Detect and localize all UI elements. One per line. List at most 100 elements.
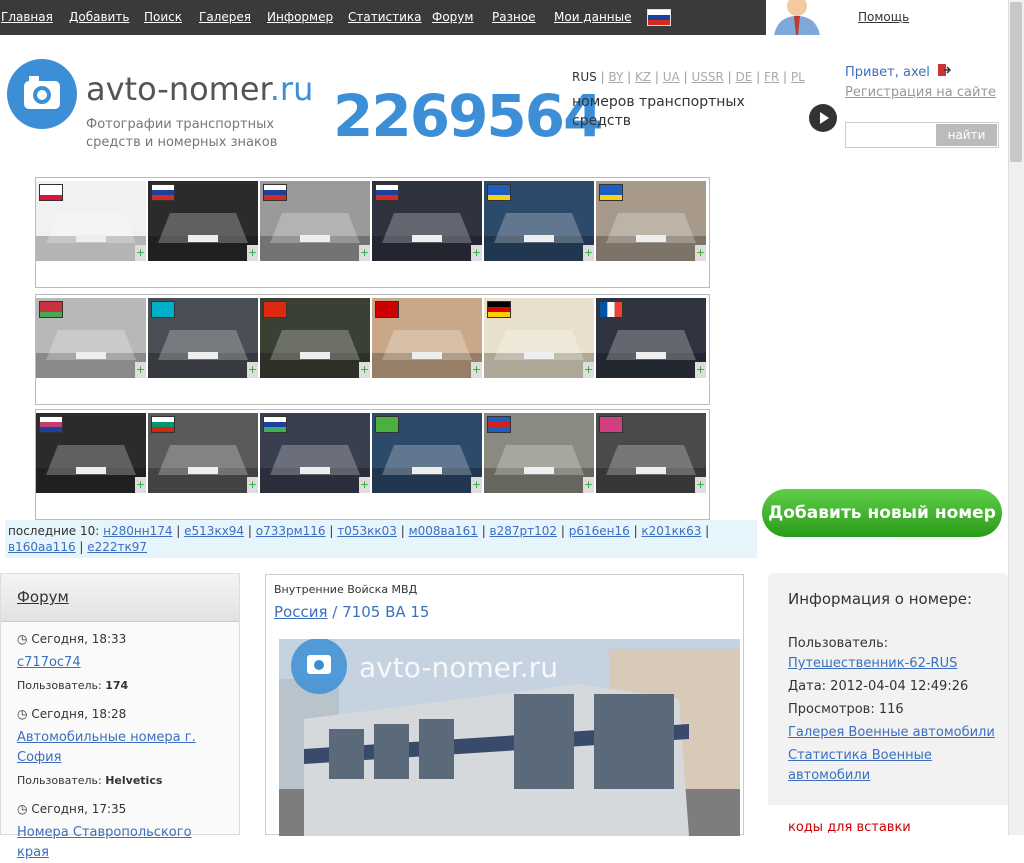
add-to-favorites-icon[interactable]: + <box>135 477 146 493</box>
user-greeting: Привет, axel <box>845 63 952 80</box>
add-to-favorites-icon[interactable]: + <box>471 245 482 261</box>
add-to-favorites-icon[interactable]: + <box>247 362 258 378</box>
lang-fr[interactable]: FR <box>764 70 779 84</box>
add-to-favorites-icon[interactable]: + <box>695 362 706 378</box>
vehicle-photo[interactable]: avto-nomer.ru <box>279 639 740 836</box>
scrollbar-thumb[interactable] <box>1010 2 1022 162</box>
forum-post-title[interactable]: с717ос74 <box>17 653 227 673</box>
search-button[interactable]: найти <box>936 124 997 146</box>
forum-title-link[interactable]: Форум <box>17 588 69 606</box>
separator: | <box>396 524 409 538</box>
gallery-thumbnail[interactable]: + <box>596 181 706 261</box>
photo-heading: Россия / 7105 ВА 15 <box>274 603 429 621</box>
plate-link[interactable]: о733рм116 <box>256 524 326 538</box>
country-flag-icon <box>151 416 175 433</box>
add-to-favorites-icon[interactable]: + <box>583 477 594 493</box>
add-to-favorites-icon[interactable]: + <box>359 245 370 261</box>
plate-link[interactable]: в287рт102 <box>490 524 558 538</box>
add-to-favorites-icon[interactable]: + <box>695 245 706 261</box>
gallery-thumbnail[interactable]: + <box>148 181 258 261</box>
gallery-thumbnail[interactable]: + <box>260 298 370 378</box>
gallery-thumbnail[interactable]: + <box>372 298 482 378</box>
gallery-thumbnail[interactable]: + <box>484 181 594 261</box>
nav-home[interactable]: Главная <box>1 10 53 24</box>
forum-post-title[interactable]: Автомобильные номера г. София <box>17 728 227 768</box>
gallery-thumbnail[interactable]: + <box>36 413 146 493</box>
nav-search[interactable]: Поиск <box>144 10 182 24</box>
logo-subtitle: Фотографии транспортных средств и номерн… <box>86 117 278 150</box>
add-plate-button[interactable]: Добавить новый номер <box>762 489 1002 537</box>
gallery-thumbnail[interactable]: + <box>36 181 146 261</box>
embed-codes-link[interactable]: коды для вставки <box>788 820 911 835</box>
play-button[interactable] <box>809 104 837 132</box>
nav-misc[interactable]: Разное <box>492 10 536 24</box>
info-views: Просмотров: 116 <box>788 702 904 717</box>
nav-my-data[interactable]: Мои данные <box>554 10 632 24</box>
forum-post-user: 174 <box>105 679 129 692</box>
add-to-favorites-icon[interactable]: + <box>471 362 482 378</box>
gallery-thumbnail[interactable]: + <box>484 413 594 493</box>
nav-informer[interactable]: Информер <box>267 10 333 24</box>
plate-link[interactable]: н280нн174 <box>103 524 172 538</box>
plate-link[interactable]: в160аа116 <box>8 540 76 554</box>
gallery-thumbnail[interactable]: + <box>372 181 482 261</box>
info-gallery-link[interactable]: Галерея Военные автомобили <box>788 723 995 743</box>
info-user-link[interactable]: Путешественник-62-RUS <box>788 654 957 674</box>
plate-link[interactable]: м008ва161 <box>409 524 478 538</box>
country-flag-icon <box>375 416 399 433</box>
gallery-thumbnail[interactable]: + <box>596 298 706 378</box>
nav-gallery[interactable]: Галерея <box>199 10 251 24</box>
plate-link[interactable]: к201кк63 <box>641 524 701 538</box>
help-link[interactable]: Помощь <box>858 10 909 24</box>
gallery-thumbnail[interactable]: + <box>148 298 258 378</box>
site-logo[interactable]: avto-nomer.ru <box>86 70 313 108</box>
add-to-favorites-icon[interactable]: + <box>583 245 594 261</box>
add-to-favorites-icon[interactable]: + <box>359 477 370 493</box>
info-stats-link[interactable]: Статистика Военные автомобили <box>788 746 988 786</box>
gallery-thumbnail[interactable]: + <box>260 181 370 261</box>
photo-country-link[interactable]: Россия <box>274 603 328 621</box>
plate-link[interactable]: т053кк03 <box>337 524 397 538</box>
add-to-favorites-icon[interactable]: + <box>695 477 706 493</box>
separator: | <box>701 524 710 538</box>
nav-statistics[interactable]: Статистика <box>348 10 422 24</box>
add-to-favorites-icon[interactable]: + <box>471 477 482 493</box>
plate-link[interactable]: р616ен16 <box>569 524 630 538</box>
country-flag-icon <box>599 301 623 318</box>
gallery-thumbnail[interactable]: + <box>596 413 706 493</box>
nav-forum[interactable]: Форум <box>432 10 473 24</box>
gallery-thumbnail[interactable]: + <box>484 298 594 378</box>
forum-post-user: Helvetics <box>105 774 163 787</box>
register-link[interactable]: Регистрация на сайте <box>845 85 996 100</box>
plate-link[interactable]: е513кх94 <box>184 524 244 538</box>
add-to-favorites-icon[interactable]: + <box>583 362 594 378</box>
country-flag-icon <box>487 184 511 201</box>
gallery-thumbnail[interactable]: + <box>148 413 258 493</box>
last-plates-label: последние 10: <box>8 524 100 538</box>
separator: | <box>477 524 490 538</box>
add-to-favorites-icon[interactable]: + <box>135 362 146 378</box>
country-flag-icon <box>375 301 399 318</box>
lang-de[interactable]: DE <box>735 70 752 84</box>
logout-icon[interactable] <box>937 63 952 77</box>
gallery-thumbnail[interactable]: + <box>260 413 370 493</box>
add-to-favorites-icon[interactable]: + <box>135 245 146 261</box>
lang-pl[interactable]: PL <box>791 70 805 84</box>
lang-by[interactable]: BY <box>608 70 623 84</box>
gallery-strip: + + + + + + <box>35 409 710 520</box>
nav-add[interactable]: Добавить <box>69 10 129 24</box>
add-to-favorites-icon[interactable]: + <box>359 362 370 378</box>
photo-watermark: avto-nomer.ru <box>359 651 558 684</box>
plate-link[interactable]: е222тк97 <box>87 540 147 554</box>
forum-post-title[interactable]: Номера Ставропольского края <box>17 823 227 863</box>
gallery-thumbnail[interactable]: + <box>372 413 482 493</box>
add-to-favorites-icon[interactable]: + <box>247 477 258 493</box>
logo-icon[interactable] <box>7 59 77 129</box>
lang-ussr[interactable]: USSR <box>691 70 723 84</box>
country-flag-icon <box>151 301 175 318</box>
language-flag-icon[interactable] <box>647 9 671 26</box>
lang-ua[interactable]: UA <box>663 70 680 84</box>
add-to-favorites-icon[interactable]: + <box>247 245 258 261</box>
lang-kz[interactable]: KZ <box>635 70 651 84</box>
gallery-thumbnail[interactable]: + <box>36 298 146 378</box>
